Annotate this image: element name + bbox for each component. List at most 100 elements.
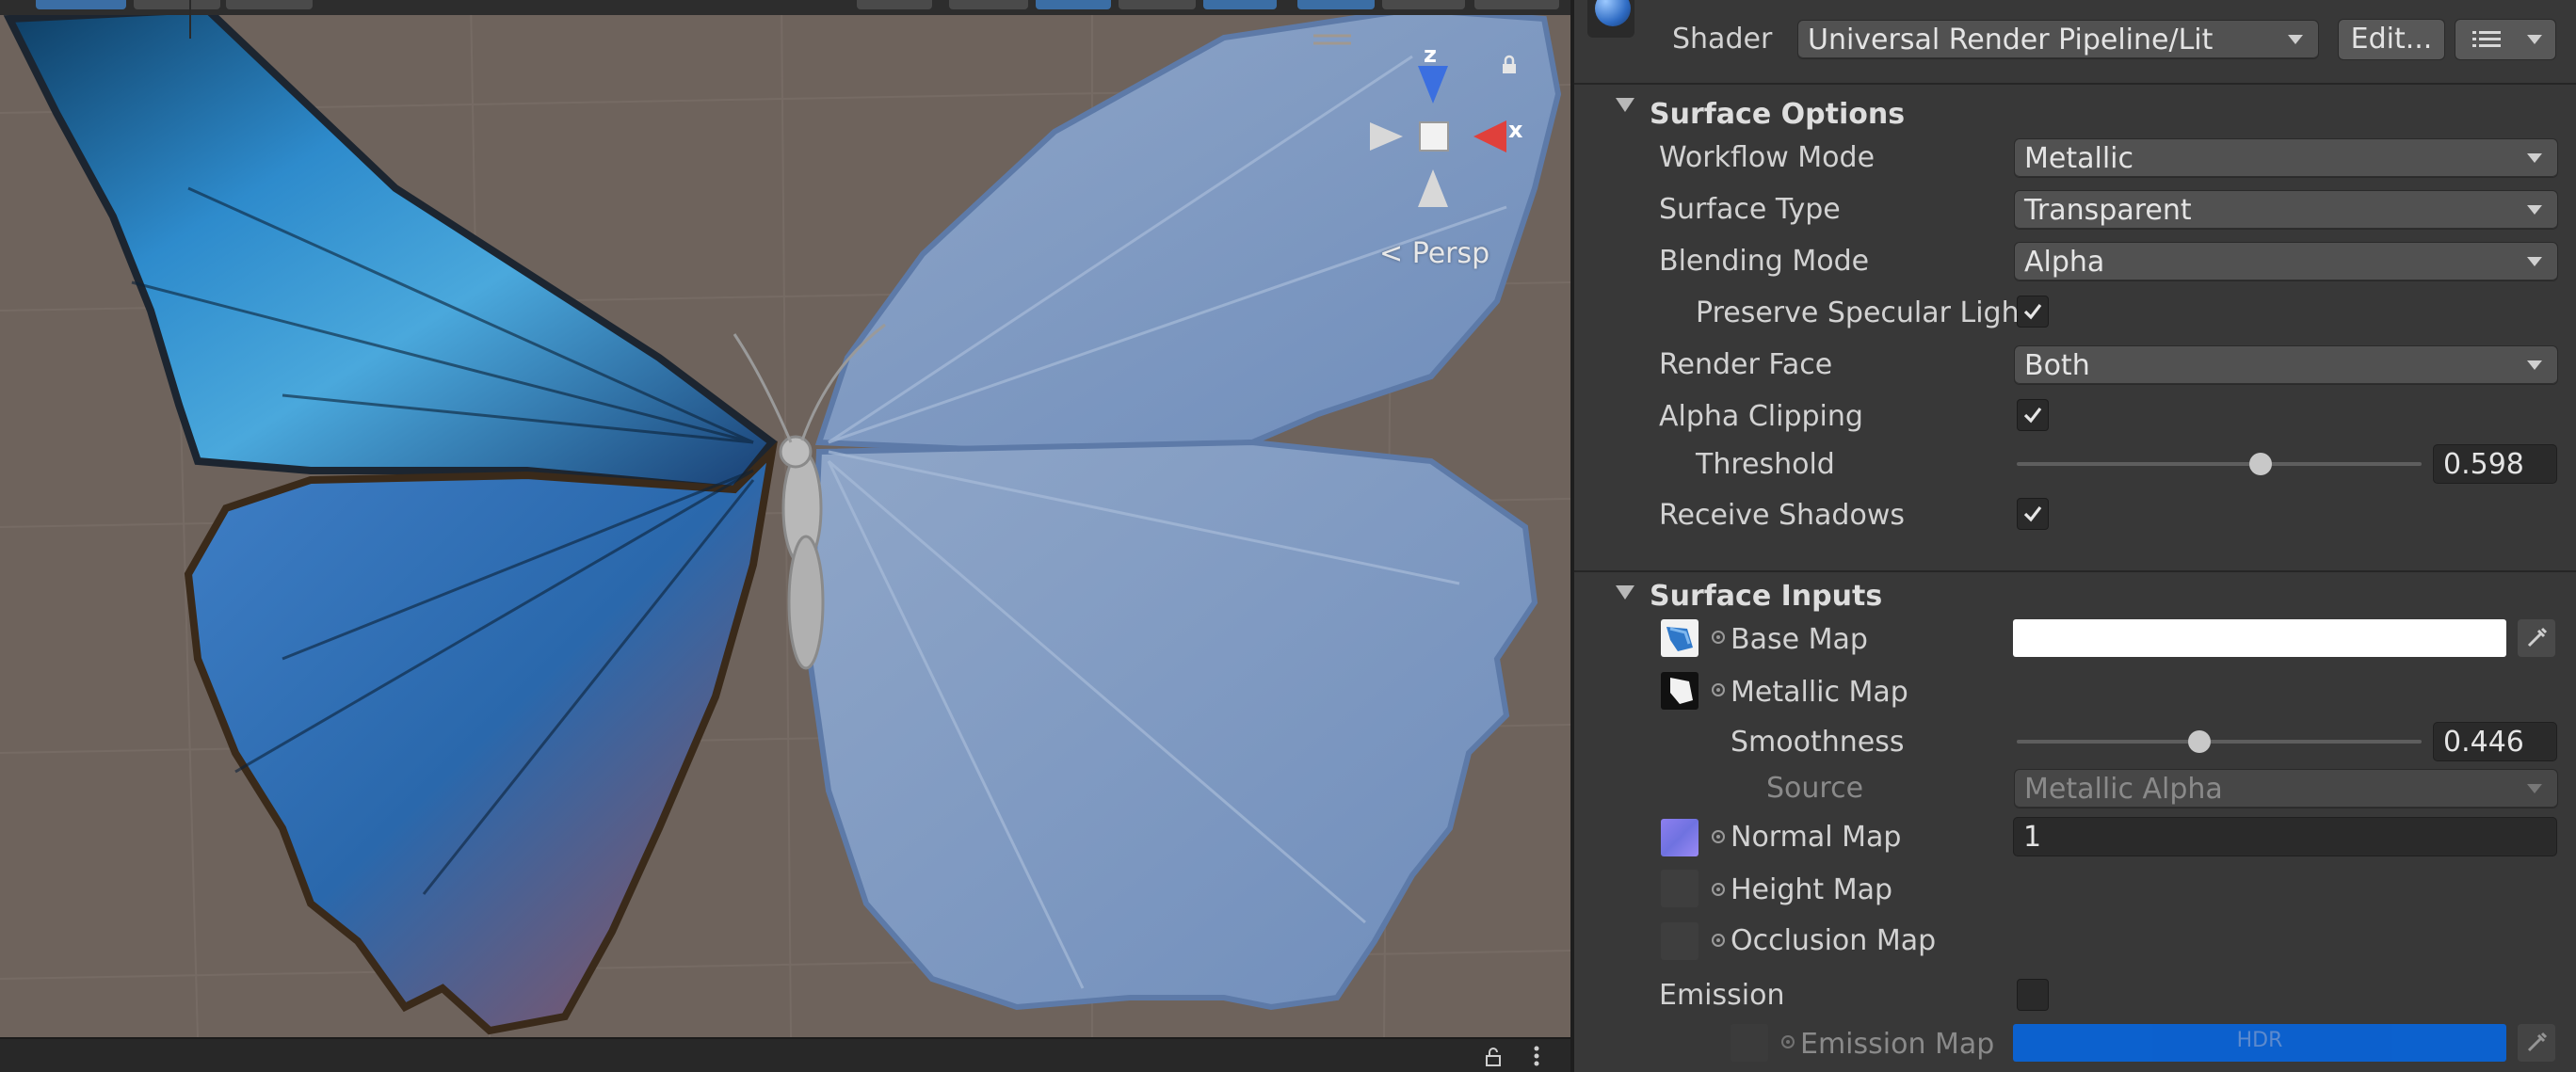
alpha-clipping-label: Alpha Clipping: [1659, 400, 1863, 433]
smoothness-field[interactable]: 0.446: [2433, 722, 2557, 761]
height-map-label: Height Map: [1731, 873, 1893, 906]
target-icon[interactable]: [1712, 683, 1725, 696]
base-color-swatch[interactable]: [2013, 619, 2506, 657]
toolbar-button[interactable]: [1474, 0, 1559, 9]
surface-options-header[interactable]: Surface Options: [1574, 83, 2576, 141]
chevron-down-icon: [2288, 35, 2303, 44]
threshold-field[interactable]: 0.598: [2433, 444, 2557, 484]
toolbar-button[interactable]: [36, 0, 126, 9]
eyedropper-icon: [2527, 1032, 2548, 1052]
workflow-mode-value: Metallic: [2024, 142, 2133, 175]
target-icon[interactable]: [1712, 631, 1725, 644]
toolbar-button[interactable]: [1203, 0, 1277, 9]
toolbar-button[interactable]: [1382, 0, 1465, 9]
normal-map-thumbnail[interactable]: [1661, 819, 1699, 856]
receive-shadows-checkbox[interactable]: [2017, 498, 2049, 530]
normal-scale-value: 1: [2023, 821, 2042, 854]
height-map-thumbnail[interactable]: [1661, 870, 1699, 907]
chevron-down-icon: [2527, 360, 2542, 370]
toolbar-button[interactable]: [1119, 0, 1196, 9]
preserve-specular-label: Preserve Specular Ligh: [1696, 296, 2020, 329]
blending-mode-label: Blending Mode: [1659, 245, 1870, 278]
metallic-map-thumbnail[interactable]: [1661, 672, 1699, 710]
right-forewing: [814, 6, 1562, 456]
target-icon[interactable]: [1712, 934, 1725, 947]
edit-shader-button[interactable]: Edit...: [2339, 20, 2444, 59]
left-hindwing: [184, 440, 778, 1035]
butterfly-texture-icon: [1666, 627, 1693, 651]
threshold-slider-track[interactable]: [2017, 462, 2422, 466]
scene-toolbar: [0, 0, 1570, 15]
scene-footer: [0, 1037, 1570, 1072]
receive-shadows-label: Receive Shadows: [1659, 499, 1905, 532]
target-icon[interactable]: [1712, 883, 1725, 896]
render-face-label: Render Face: [1659, 348, 1833, 381]
alpha-clipping-checkbox[interactable]: [2017, 399, 2049, 431]
toolbar-button[interactable]: [134, 0, 220, 9]
surface-inputs-header[interactable]: Surface Inputs: [1574, 570, 2576, 625]
source-label: Source: [1766, 772, 1864, 805]
list-icon: [2472, 31, 2501, 47]
occlusion-map-label: Occlusion Map: [1731, 924, 1937, 957]
workflow-mode-dropdown[interactable]: Metallic: [2015, 139, 2557, 177]
eyedropper-button[interactable]: [2518, 619, 2555, 657]
toolbar-button[interactable]: [226, 0, 313, 9]
occlusion-map-thumbnail[interactable]: [1661, 922, 1699, 960]
smoothness-label: Smoothness: [1731, 726, 1905, 759]
axis-x-label[interactable]: x: [1508, 117, 1522, 143]
axis-z-label[interactable]: z: [1424, 41, 1437, 68]
shader-options-button[interactable]: [2455, 20, 2555, 59]
surface-type-value: Transparent: [2024, 194, 2192, 227]
workflow-mode-label: Workflow Mode: [1659, 141, 1876, 174]
target-icon: [1781, 1035, 1795, 1048]
shader-value: Universal Render Pipeline/Lit: [1808, 24, 2214, 56]
projection-toggle[interactable]: < Persp: [1379, 237, 1489, 270]
chevron-down-icon: [2527, 205, 2542, 215]
source-value: Metallic Alpha: [2024, 773, 2223, 806]
render-face-dropdown[interactable]: Both: [2015, 346, 2557, 384]
render-face-value: Both: [2024, 349, 2090, 382]
emission-color-swatch: HDR: [2013, 1024, 2506, 1062]
shader-label: Shader: [1672, 23, 1773, 56]
threshold-label: Threshold: [1696, 448, 1835, 481]
toolbar-button[interactable]: [857, 0, 932, 9]
toolbar-button[interactable]: [1036, 0, 1111, 9]
smoothness-slider-track[interactable]: [2017, 740, 2422, 744]
lock-icon[interactable]: [1499, 55, 1520, 75]
base-map-thumbnail[interactable]: [1661, 619, 1699, 657]
unlock-icon[interactable]: [1485, 1047, 1504, 1067]
blending-mode-dropdown[interactable]: Alpha: [2015, 243, 2557, 280]
persp-label: Persp: [1411, 237, 1490, 270]
chevron-down-icon: [2527, 35, 2542, 44]
normal-scale-field[interactable]: 1: [2013, 817, 2557, 856]
target-icon[interactable]: [1712, 830, 1725, 843]
surface-type-label: Surface Type: [1659, 193, 1841, 226]
chevron-down-icon: [2527, 153, 2542, 163]
more-icon[interactable]: [1533, 1045, 1540, 1067]
preserve-specular-checkbox[interactable]: [2017, 296, 2049, 328]
checkmark-icon: [2023, 506, 2042, 522]
checkmark-icon: [2023, 408, 2042, 424]
surface-inputs-title: Surface Inputs: [1650, 580, 1883, 613]
butterfly-mask-icon: [1670, 678, 1693, 704]
threshold-slider-knob[interactable]: [2249, 453, 2273, 475]
emission-label: Emission: [1659, 979, 1785, 1012]
right-hindwing: [806, 439, 1538, 1011]
smoothness-slider-knob[interactable]: [2187, 730, 2211, 753]
chevron-left-icon: <: [1379, 237, 1404, 270]
surface-type-dropdown[interactable]: Transparent: [2015, 191, 2557, 229]
blending-mode-value: Alpha: [2024, 246, 2105, 279]
shader-dropdown[interactable]: Universal Render Pipeline/Lit: [1798, 21, 2318, 58]
eyedropper-icon: [2527, 627, 2548, 648]
inspector-panel: Shader Universal Render Pipeline/Lit Edi…: [1574, 0, 2576, 1072]
emission-eyedropper-button: [2518, 1024, 2555, 1062]
toolbar-button[interactable]: [949, 0, 1028, 9]
scene-view[interactable]: z x < Persp: [0, 0, 1570, 1072]
emission-checkbox[interactable]: [2017, 979, 2049, 1011]
foldout-triangle-icon: [1616, 98, 1634, 112]
emission-map-label: Emission Map: [1800, 1028, 1995, 1061]
shader-row: Shader Universal Render Pipeline/Lit Edi…: [1574, 0, 2576, 75]
toolbar-button[interactable]: [1297, 0, 1375, 9]
chevron-down-icon: [2527, 784, 2542, 793]
normal-map-label: Normal Map: [1731, 821, 1902, 854]
